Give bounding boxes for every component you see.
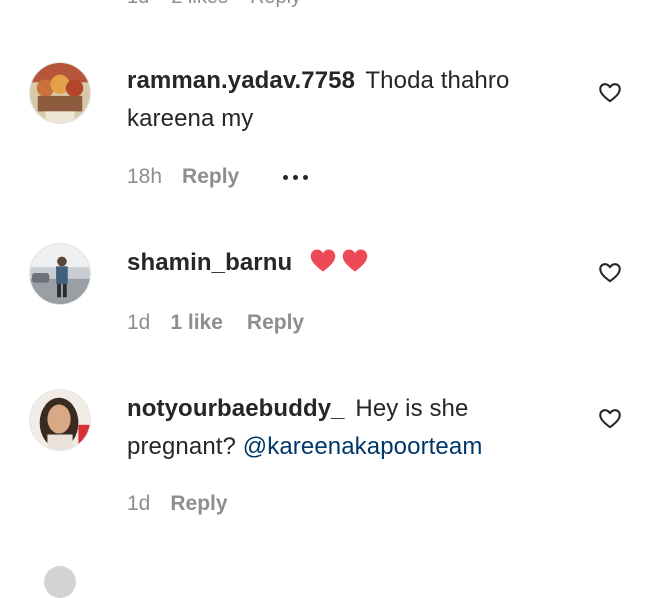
avatar-image <box>30 244 90 304</box>
reply-button[interactable]: Reply <box>170 492 227 516</box>
avatar[interactable] <box>29 62 91 124</box>
comment-text: notyourbaebuddy_ Hey is she pregnant? @k… <box>127 390 567 466</box>
comment-time: 1d <box>127 492 151 515</box>
comment-meta: 18h Reply <box>127 165 309 189</box>
comment-meta: 1d 1 like Reply <box>127 311 304 335</box>
mention-link[interactable]: @kareenakapoorteam <box>243 433 483 460</box>
comment-time: 18h <box>127 165 163 188</box>
comment-username[interactable]: ramman.yadav.7758 <box>127 67 355 94</box>
avatar[interactable] <box>29 389 91 451</box>
reply-button[interactable]: Reply <box>247 311 304 335</box>
comment-likes[interactable]: 1 like <box>170 311 223 335</box>
previous-comment-meta: 1d 2 likes Reply <box>127 0 301 9</box>
previous-comment-time: 1d <box>127 0 149 9</box>
comment-username[interactable]: notyourbaebuddy_ <box>127 395 345 422</box>
previous-comment-reply-button[interactable]: Reply <box>250 0 301 9</box>
avatar-image <box>30 63 90 123</box>
comment-text: shamin_barnu <box>127 244 567 282</box>
heart-outline-icon[interactable] <box>596 405 624 431</box>
reply-button[interactable]: Reply <box>182 165 239 189</box>
more-options-icon[interactable] <box>283 174 309 180</box>
comment-meta: 1d Reply <box>127 492 228 516</box>
next-comment-avatar[interactable] <box>44 566 76 598</box>
previous-comment-likes[interactable]: 2 likes <box>171 0 228 9</box>
comment-username[interactable]: shamin_barnu <box>127 249 292 276</box>
avatar-image <box>30 390 90 450</box>
red-heart-icon <box>309 247 337 273</box>
comment-time: 1d <box>127 311 151 334</box>
avatar[interactable] <box>29 243 91 305</box>
heart-outline-icon[interactable] <box>596 79 624 105</box>
comment-emoji <box>309 247 369 273</box>
heart-outline-icon[interactable] <box>596 259 624 285</box>
comment-text: ramman.yadav.7758 Thoda thahro kareena m… <box>127 62 567 138</box>
red-heart-icon <box>341 247 369 273</box>
